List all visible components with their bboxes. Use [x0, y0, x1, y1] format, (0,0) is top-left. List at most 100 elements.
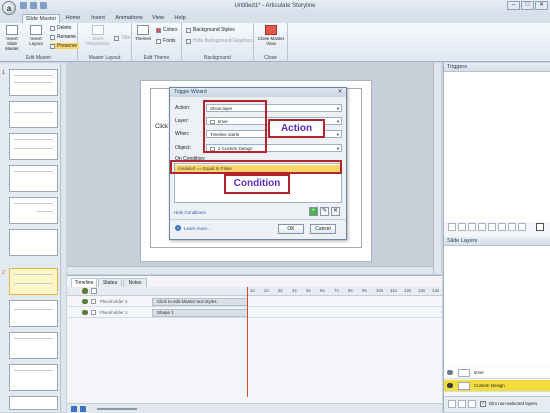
layout-thumbnail[interactable]: [9, 101, 58, 128]
master-thumbnail-selected[interactable]: [9, 268, 58, 295]
stop-icon[interactable]: [80, 406, 86, 412]
delete-trigger-icon[interactable]: [536, 223, 544, 231]
cancel-button[interactable]: Cancel: [310, 224, 336, 234]
lock-icon[interactable]: [91, 299, 96, 304]
layer-row[interactable]: timer: [444, 367, 550, 379]
maximize-button[interactable]: □: [521, 1, 534, 10]
layout-thumbnail[interactable]: [9, 229, 58, 256]
delete-condition-icon[interactable]: ✕: [331, 207, 340, 216]
master-thumbnail[interactable]: [9, 69, 58, 96]
placeholder-icon: [92, 25, 104, 35]
layout-thumbnail[interactable]: [9, 396, 58, 410]
triggers-header: Triggers: [444, 63, 550, 72]
edit-trigger-icon[interactable]: [458, 223, 466, 231]
layout-thumbnail[interactable]: [9, 197, 58, 224]
new-trigger-icon[interactable]: [448, 223, 456, 231]
slide-layers-list[interactable]: [444, 246, 550, 366]
trigger-tool-icon[interactable]: [518, 223, 526, 231]
new-layer-icon[interactable]: [448, 400, 456, 408]
tab-slide-master[interactable]: Slide Master: [22, 14, 60, 23]
ruler-tick: 2s: [264, 288, 269, 293]
copy-trigger-icon[interactable]: [468, 223, 476, 231]
ruler-tick: 11s: [390, 288, 397, 293]
background-styles-button[interactable]: Background Styles: [186, 27, 235, 33]
tab-animations[interactable]: Animations: [112, 14, 146, 23]
triggers-list[interactable]: [444, 72, 550, 222]
layout-thumbnail[interactable]: [9, 133, 58, 160]
ruler-tick: 10s: [376, 288, 384, 293]
layer-row-selected[interactable]: Custom Design: [444, 380, 550, 392]
dim-checkbox[interactable]: ✓: [480, 401, 486, 407]
preserve-button[interactable]: Preserve: [50, 43, 80, 49]
layout-thumbnail[interactable]: [9, 300, 58, 327]
close-window-button[interactable]: ✕: [535, 1, 548, 10]
timeline-playhead[interactable]: [247, 287, 248, 397]
tab-help[interactable]: Help: [170, 14, 190, 23]
play-icon[interactable]: [71, 406, 77, 412]
ok-button[interactable]: OK: [278, 224, 304, 234]
title-checkbox[interactable]: Title: [114, 35, 130, 41]
thumbnails-scrollbar[interactable]: [60, 63, 66, 412]
timeline-bar[interactable]: Shape 1: [152, 309, 248, 317]
slide-master-icon: [6, 25, 18, 35]
tab-view[interactable]: View: [148, 14, 168, 23]
layout-thumbnail[interactable]: [9, 332, 58, 359]
eye-icon[interactable]: [447, 370, 453, 375]
hide-conditions-link[interactable]: Hide Conditions: [174, 210, 206, 215]
delete-button[interactable]: Delete: [50, 25, 71, 31]
ruler-tick: 14s: [432, 288, 440, 293]
fonts-icon: [156, 38, 161, 44]
layout-thumbnail[interactable]: [9, 364, 58, 391]
right-panel: Triggers Slide Layers timer Custom Desig…: [443, 63, 550, 412]
timeline-row[interactable]: Placeholder 1 Shape 1: [67, 308, 442, 318]
add-condition-icon[interactable]: +: [309, 207, 318, 216]
chevron-down-icon: ▼: [336, 119, 340, 124]
tab-states[interactable]: States: [98, 278, 122, 287]
eye-icon[interactable]: [82, 310, 88, 315]
delete-layer-icon[interactable]: [468, 400, 476, 408]
group-label: Background: [204, 55, 231, 61]
timeline-bar[interactable]: Click to edit Master text styles: [152, 298, 248, 306]
move-up-icon[interactable]: [488, 223, 496, 231]
timeline-ruler[interactable]: 1s 2s 3s 4s 5s 6s 7s 8s 9s 10s 11s 12s 1…: [67, 287, 442, 296]
lock-icon[interactable]: [91, 288, 97, 294]
tab-insert[interactable]: Insert: [86, 14, 110, 23]
thumb-title-line: [14, 112, 53, 113]
timeline-row[interactable]: Placeholder 2 Click to edit Master text …: [67, 297, 442, 307]
insert-slide-master-button[interactable]: Insert Slide Master: [1, 25, 23, 51]
paste-trigger-icon[interactable]: [478, 223, 486, 231]
minimize-button[interactable]: –: [507, 1, 520, 10]
lock-icon[interactable]: [91, 310, 96, 315]
stage-horizontal-scrollbar[interactable]: [67, 266, 433, 274]
zoom-slider[interactable]: [97, 408, 137, 410]
hide-background-graphics-checkbox[interactable]: Hide Background Graphics: [186, 38, 253, 44]
thumb-body-line: [14, 148, 53, 149]
slide-master-thumbnails: 1 2: [0, 63, 66, 412]
edit-condition-icon[interactable]: ✎: [320, 207, 329, 216]
timeline-object-name: Placeholder 2: [100, 299, 128, 304]
eye-icon[interactable]: [82, 288, 88, 294]
trigger-tool-icon[interactable]: [508, 223, 516, 231]
app-menu-button[interactable]: a: [2, 1, 16, 15]
layout-thumbnail[interactable]: [9, 165, 58, 192]
delete-icon: [50, 25, 55, 31]
eye-icon[interactable]: [447, 383, 453, 388]
move-down-icon[interactable]: [498, 223, 506, 231]
tab-home[interactable]: Home: [62, 14, 84, 23]
fonts-button[interactable]: Fonts: [156, 38, 176, 44]
themes-button[interactable]: Themes: [133, 25, 153, 41]
eye-icon[interactable]: [82, 299, 88, 304]
duplicate-layer-icon[interactable]: [458, 400, 466, 408]
insert-layout-button[interactable]: Insert Layout: [25, 25, 47, 46]
tab-notes[interactable]: Notes: [123, 278, 147, 287]
close-master-view-button[interactable]: Close Master View: [257, 25, 285, 46]
colors-button[interactable]: Colors: [156, 27, 177, 33]
tab-timeline[interactable]: Timeline: [71, 278, 97, 287]
layer-label: Layer:: [175, 118, 189, 124]
stage-vertical-scrollbar[interactable]: [433, 63, 441, 274]
rename-button[interactable]: Rename: [50, 34, 76, 40]
close-icon[interactable]: ✕: [336, 89, 344, 96]
ruler-tick: 1s: [250, 288, 255, 293]
insert-placeholder-button[interactable]: Insert Placeholder: [84, 25, 112, 46]
learn-more-link[interactable]: Learn more...: [184, 226, 211, 231]
